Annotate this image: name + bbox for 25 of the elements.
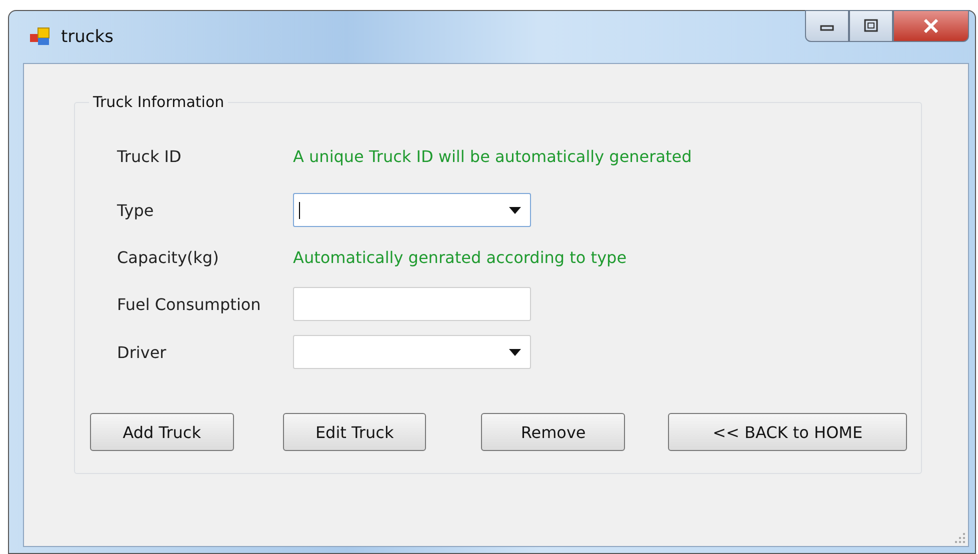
- dropdown-arrow-icon: [509, 207, 521, 214]
- dropdown-field[interactable]: [293, 335, 531, 369]
- maximize-button[interactable]: [849, 10, 893, 42]
- field-label: Truck ID: [116, 146, 182, 166]
- dropdown-field[interactable]: [293, 193, 531, 227]
- minimize-button[interactable]: [805, 10, 849, 42]
- maximize-icon: [863, 19, 879, 33]
- action-button[interactable]: Remove: [481, 413, 626, 451]
- info-text: Automatically genrated according to type: [293, 248, 627, 266]
- action-button[interactable]: << BACK to HOME: [668, 413, 908, 451]
- field-label: Type: [116, 200, 155, 220]
- close-button[interactable]: [893, 10, 969, 42]
- app-icon: [29, 27, 51, 47]
- field-label: Driver: [116, 342, 168, 362]
- field-label: Capacity(kg): [116, 248, 220, 266]
- window-title: trucks: [61, 27, 114, 47]
- close-icon: [922, 19, 940, 33]
- dropdown-arrow-icon: [509, 349, 521, 356]
- resize-grip-icon[interactable]: [955, 533, 965, 543]
- info-text: A unique Truck ID will be automatically generated: [293, 146, 692, 166]
- action-button[interactable]: Add Truck: [90, 413, 234, 451]
- action-button[interactable]: Edit Truck: [282, 413, 426, 451]
- input-field[interactable]: [293, 287, 531, 321]
- text-cursor: [299, 202, 300, 219]
- field-label: Fuel Consumption: [116, 294, 262, 314]
